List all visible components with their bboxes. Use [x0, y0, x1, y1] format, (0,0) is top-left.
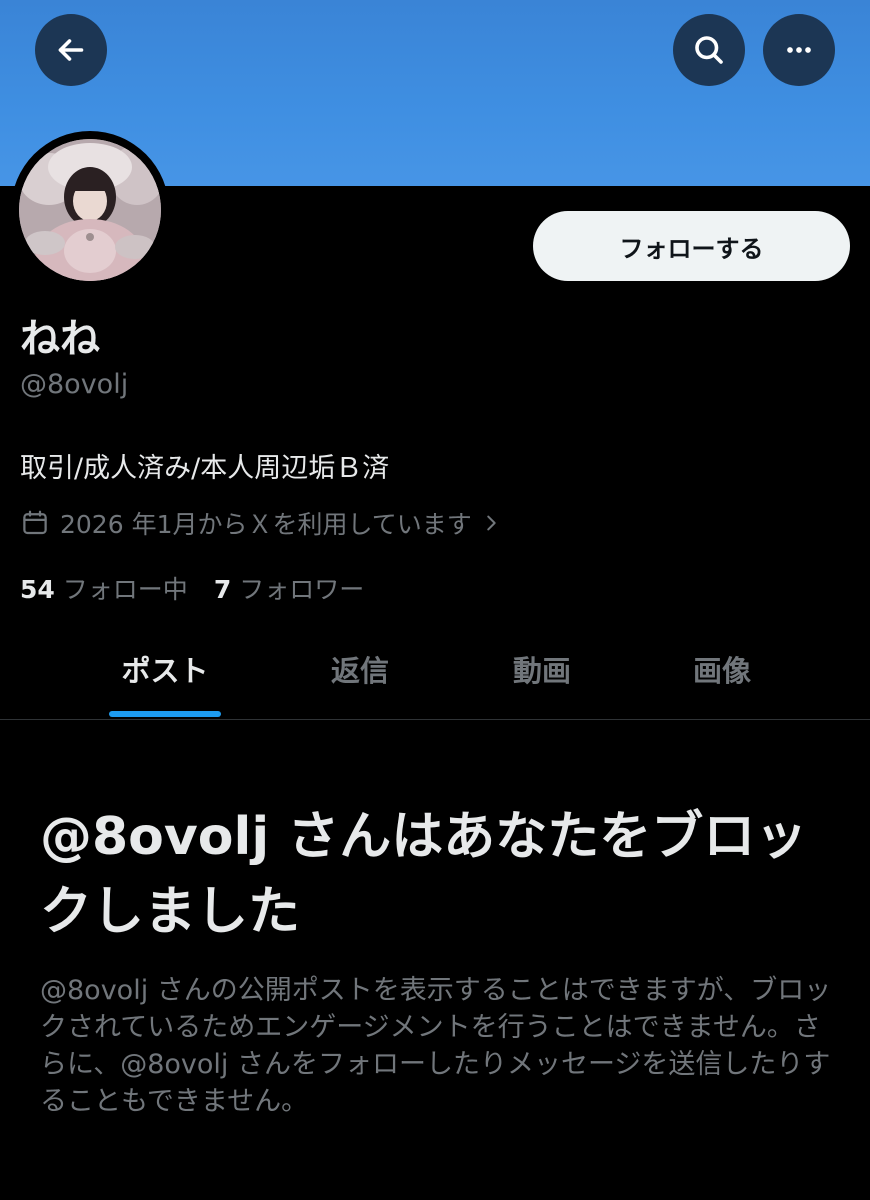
blocked-notice-title: @8ovolj さんはあなたをブロックしました	[40, 807, 808, 942]
arrow-left-icon	[58, 39, 84, 61]
tab-posts[interactable]: ポスト	[109, 648, 221, 704]
username-handle: @8ovolj	[20, 369, 129, 400]
profile-tabs: ポスト 返信 動画 画像	[0, 630, 870, 720]
more-horizontal-icon	[787, 47, 811, 53]
followers-count[interactable]: 7	[214, 575, 231, 604]
calendar-icon	[23, 510, 47, 535]
follow-stats: 54 フォロー中 7 フォロワー	[20, 570, 390, 606]
followers-label[interactable]: フォロワー	[239, 570, 364, 606]
search-button[interactable]	[673, 14, 745, 86]
tab-videos[interactable]: 動画	[492, 648, 592, 704]
blocked-notice-body: @8ovolj さんの公開ポストを表示することはできますが、ブロックされているた…	[40, 975, 832, 1117]
joined-text: 2026 年1月からＸを利用しています	[60, 510, 472, 539]
active-tab-indicator	[109, 711, 221, 717]
avatar[interactable]	[19, 139, 161, 281]
tab-replies[interactable]: 返信	[310, 648, 410, 704]
display-name: ねね	[20, 316, 100, 362]
following-count[interactable]: 54	[20, 575, 55, 604]
chevron-right-icon	[486, 515, 496, 531]
joined-date[interactable]: 2026 年1月からＸを利用しています	[20, 505, 502, 541]
tab-images[interactable]: 画像	[672, 648, 772, 704]
search-icon	[695, 36, 723, 64]
following-label[interactable]: フォロー中	[63, 570, 188, 606]
profile-bio: 取引/成人済み/本人周辺垢Ｂ済	[20, 453, 390, 484]
avatar-image	[19, 139, 161, 281]
back-button[interactable]	[35, 14, 107, 86]
more-options-button[interactable]	[763, 14, 835, 86]
follow-button[interactable]: フォローする	[533, 211, 850, 281]
